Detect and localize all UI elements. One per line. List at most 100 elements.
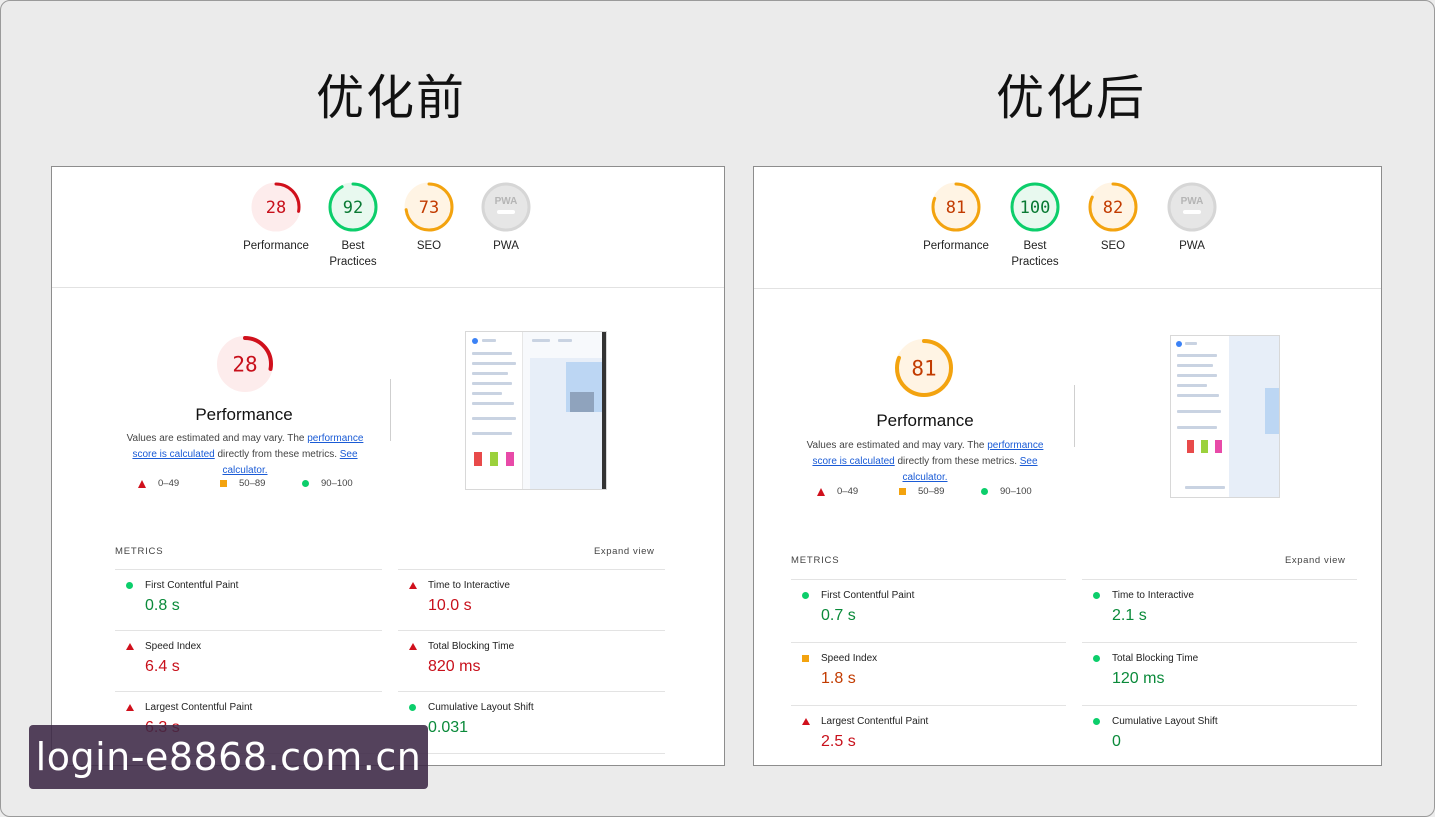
gauge-label: SEO — [1100, 240, 1126, 252]
page-screenshot-thumbnail[interactable] — [465, 331, 607, 490]
desc-text: Values are estimated and may vary. The — [126, 433, 308, 444]
metric-name: Speed Index — [145, 641, 202, 652]
metric-name: Largest Contentful Paint — [821, 716, 929, 727]
legend-average-label: 50–89 — [918, 486, 945, 497]
gauge-best-practices[interactable]: 100 Best Practices — [990, 180, 1080, 270]
gauge-performance[interactable]: 81 Performance — [911, 180, 1001, 254]
fail-triangle-icon — [126, 643, 134, 650]
score-number: 100 — [1020, 198, 1051, 218]
metric-time-to-interactive: Time to Interactive 2.1 s — [1082, 579, 1357, 643]
score-ring-svg: 28 — [251, 182, 301, 232]
score-ring-background — [481, 182, 531, 232]
score-ring-svg: 81 — [895, 339, 953, 397]
legend-average: 50–89 — [899, 486, 981, 497]
heading-before: 优化前 — [316, 70, 467, 126]
expand-view-link[interactable]: Expand view — [1285, 555, 1345, 566]
metrics-heading: METRICS — [791, 555, 840, 566]
metric-speed-index: Speed Index 1.8 s — [791, 642, 1066, 706]
metric-value: 1.8 s — [821, 670, 856, 687]
score-ring-svg: PWA — [481, 182, 531, 232]
performance-description: Values are estimated and may vary. The p… — [794, 438, 1056, 486]
metric-value: 0.031 — [428, 719, 469, 736]
metric-value: 0.8 s — [145, 597, 180, 614]
performance-title: Performance — [876, 411, 974, 430]
average-square-icon — [899, 488, 906, 495]
metric-cumulative-layout-shift: Cumulative Layout Shift 0 — [1082, 705, 1357, 765]
average-square-icon — [220, 480, 227, 487]
score-ring-svg: 73 — [404, 182, 454, 232]
score-number: 28 — [232, 353, 257, 377]
gauge-label: Performance — [923, 240, 989, 252]
legend-fail-label: 0–49 — [837, 486, 859, 497]
report-panel-after: 81 Performance 100 Best Practices 82 SEO PWA PW… — [753, 166, 1382, 766]
score-number: 92 — [343, 198, 363, 218]
performance-gauge-large: 28 — [214, 333, 276, 400]
score-ring-svg: PWA — [1167, 182, 1217, 232]
metric-value: 10.0 s — [428, 597, 472, 614]
pwa-badge-text: PWA — [495, 196, 518, 207]
legend-fail: 0–49 — [817, 486, 899, 497]
score-ring-background — [1167, 182, 1217, 232]
average-square-icon — [802, 655, 809, 662]
watermark-overlay: login-e8868.com.cn — [29, 725, 428, 789]
metric-value: 6.4 s — [145, 658, 180, 675]
metric-value: 2.5 s — [821, 733, 856, 750]
gauge-label: Best Practices — [1011, 240, 1059, 268]
legend-pass: 90–100 — [981, 486, 1063, 497]
pass-circle-icon — [981, 488, 988, 495]
heading-after: 优化后 — [996, 70, 1147, 126]
metric-name: Time to Interactive — [1112, 590, 1194, 601]
metric-value: 820 ms — [428, 658, 481, 675]
score-ring-svg: 81 — [931, 182, 981, 232]
metric-cumulative-layout-shift: Cumulative Layout Shift 0.031 — [398, 691, 665, 754]
legend-fail: 0–49 — [138, 478, 220, 489]
performance-title: Performance — [195, 405, 293, 424]
expand-view-link[interactable]: Expand view — [594, 546, 654, 557]
score-ring-svg: 92 — [328, 182, 378, 232]
gauge-pwa[interactable]: PWA PWA — [1147, 180, 1237, 254]
metric-time-to-interactive: Time to Interactive 10.0 s — [398, 569, 665, 631]
vertical-divider — [390, 379, 391, 441]
legend-pass: 90–100 — [302, 478, 384, 489]
metric-name: Total Blocking Time — [428, 641, 515, 652]
pass-circle-icon — [1093, 718, 1100, 725]
fail-triangle-icon — [126, 704, 134, 711]
gauge-label: Best Practices — [329, 240, 377, 268]
performance-gauge-large: 81 — [892, 336, 956, 405]
score-number: 81 — [946, 198, 966, 218]
metric-name: First Contentful Paint — [145, 580, 239, 591]
pass-circle-icon — [409, 704, 416, 711]
score-legend: 0–49 50–89 90–100 — [817, 486, 1063, 497]
metric-name: Time to Interactive — [428, 580, 510, 591]
metric-value: 2.1 s — [1112, 607, 1147, 624]
metric-first-contentful-paint: First Contentful Paint 0.7 s — [791, 579, 1066, 643]
score-ring-svg: 82 — [1088, 182, 1138, 232]
metric-name: Total Blocking Time — [1112, 653, 1199, 664]
score-ring-svg: 100 — [1010, 182, 1060, 232]
legend-average: 50–89 — [220, 478, 302, 489]
fail-triangle-icon — [817, 487, 825, 496]
metric-total-blocking-time: Total Blocking Time 120 ms — [1082, 642, 1357, 706]
score-number: 81 — [911, 357, 936, 381]
report-panel-before: 28 Performance 92 Best Practices 73 SEO PWA PWA… — [51, 166, 725, 766]
desc-text-mid: directly from these metrics. — [894, 456, 1020, 467]
pwa-bar-icon — [1183, 210, 1201, 214]
metric-name: Cumulative Layout Shift — [428, 702, 534, 713]
pass-circle-icon — [126, 582, 133, 589]
metric-first-contentful-paint: First Contentful Paint 0.8 s — [115, 569, 382, 631]
pwa-badge-text: PWA — [1181, 196, 1204, 207]
metric-largest-contentful-paint: Largest Contentful Paint 2.5 s — [791, 705, 1066, 765]
fail-triangle-icon — [409, 643, 417, 650]
gauge-pwa[interactable]: PWA PWA — [461, 180, 551, 254]
metric-name: First Contentful Paint — [821, 590, 915, 601]
score-number: 82 — [1103, 198, 1123, 218]
metric-value: 0.7 s — [821, 607, 856, 624]
desc-text: Values are estimated and may vary. The — [806, 440, 988, 451]
fail-triangle-icon — [409, 582, 417, 589]
gauge-seo[interactable]: 82 SEO — [1068, 180, 1158, 254]
legend-pass-label: 90–100 — [321, 478, 353, 489]
legend-average-label: 50–89 — [239, 478, 266, 489]
page-screenshot-thumbnail[interactable] — [1170, 335, 1280, 498]
legend-fail-label: 0–49 — [158, 478, 180, 489]
metrics-heading: METRICS — [115, 546, 164, 557]
